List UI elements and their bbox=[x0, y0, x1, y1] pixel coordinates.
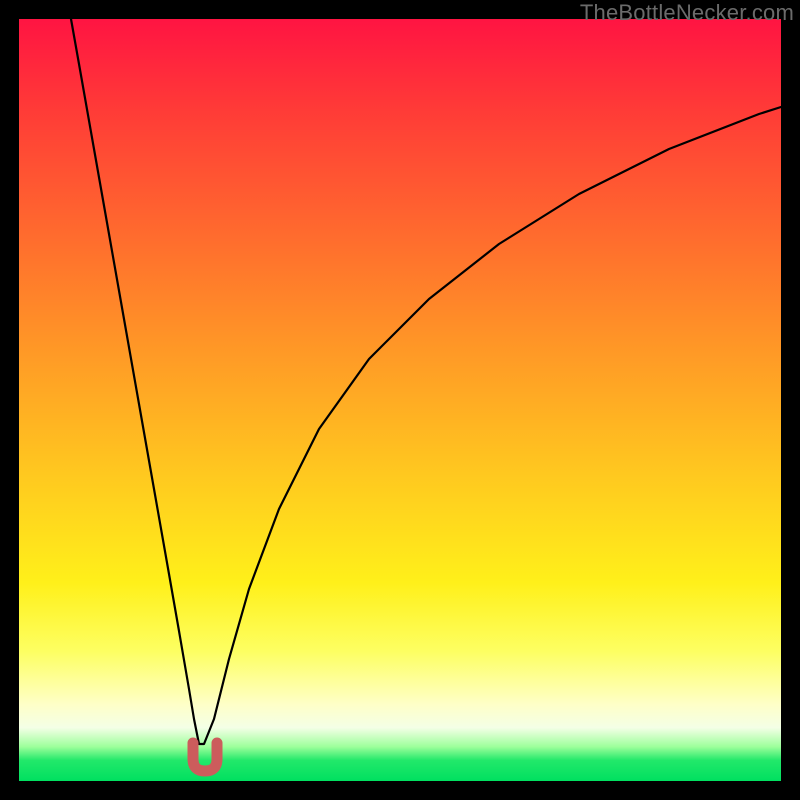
plot-area bbox=[19, 19, 781, 781]
attribution-text: TheBottleNecker.com bbox=[580, 0, 794, 26]
curve-svg bbox=[19, 19, 781, 781]
bottleneck-curve bbox=[71, 19, 781, 744]
chart-frame: TheBottleNecker.com bbox=[0, 0, 800, 800]
